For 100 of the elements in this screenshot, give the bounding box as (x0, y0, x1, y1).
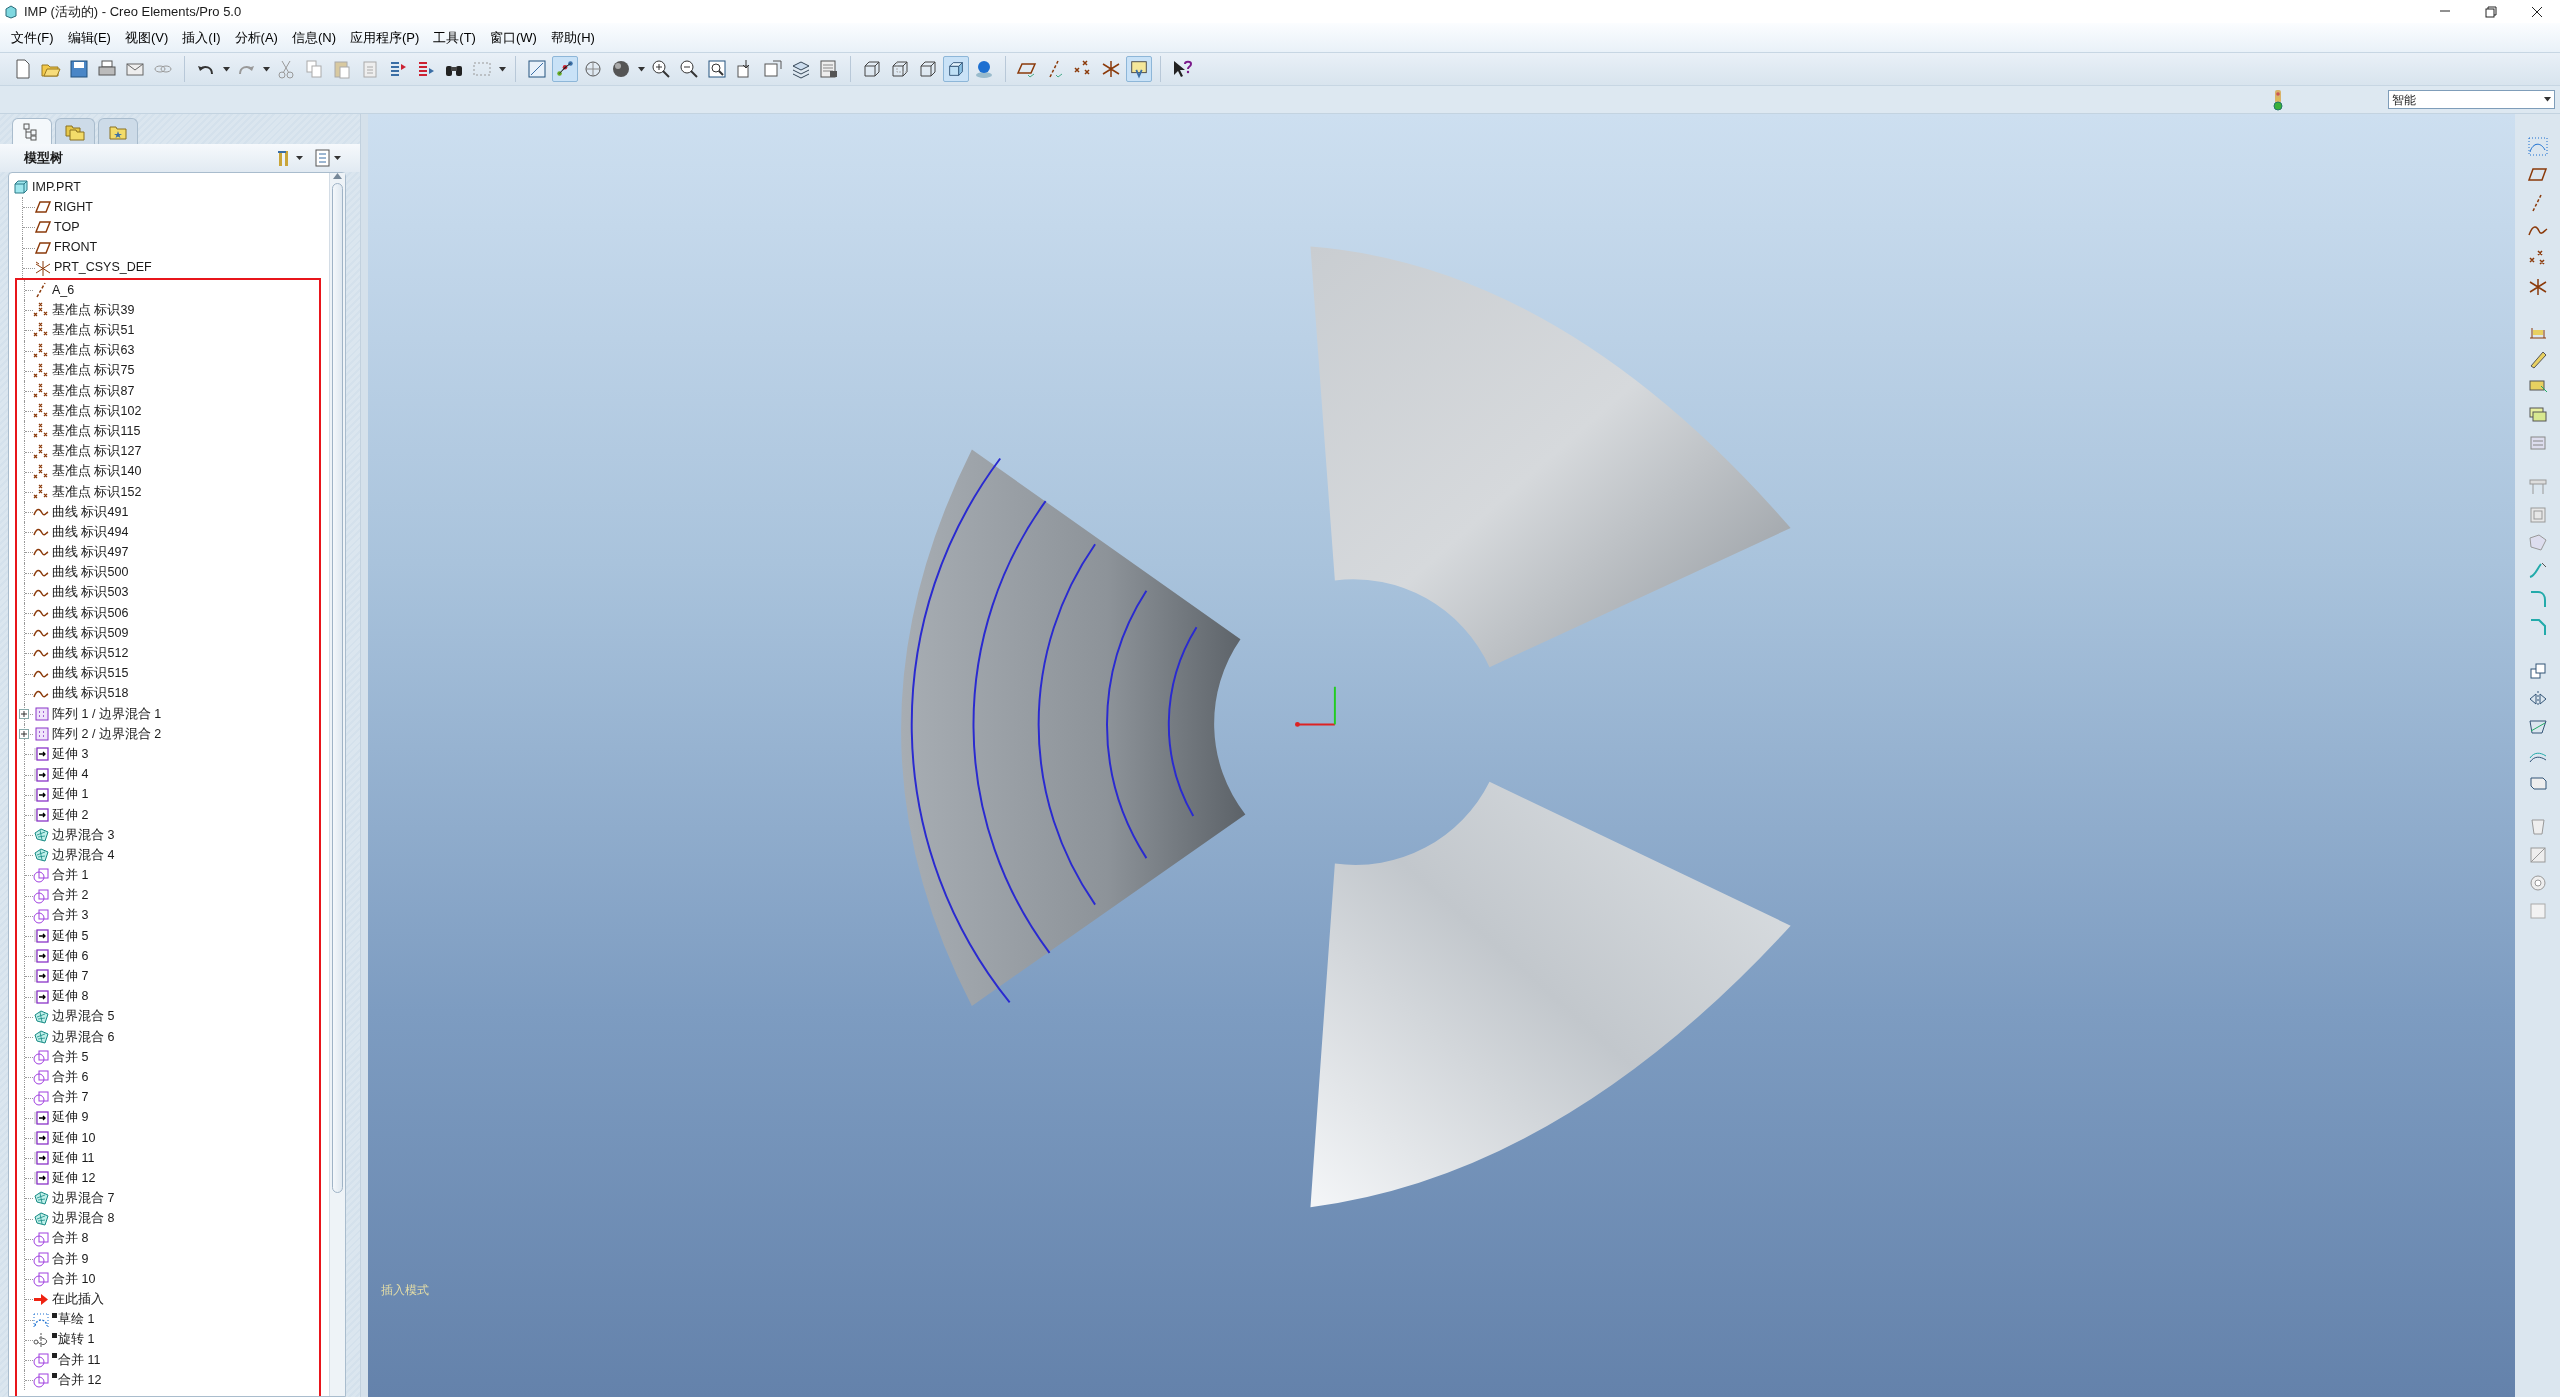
tree-item[interactable]: 延伸 6 (52, 946, 89, 966)
tree-item[interactable]: 合并 12 (58, 1370, 102, 1390)
caret-icon[interactable] (222, 66, 230, 72)
menu-item[interactable]: 编辑(E) (60, 25, 118, 50)
tree-item[interactable]: 合并 1 (52, 866, 89, 885)
tree-item[interactable]: 阵列 1 / 边界混合 1 (52, 704, 162, 724)
tree-item[interactable]: FRONT (54, 238, 98, 258)
tree-item[interactable]: 合并 3 (52, 906, 89, 926)
tree-item[interactable]: 曲线 标识494 (52, 522, 129, 542)
expand-icon[interactable] (19, 708, 29, 719)
tree-item[interactable]: 基准点 标识51 (52, 321, 135, 340)
caret-icon[interactable] (498, 66, 506, 72)
menu-item[interactable]: 工具(T) (426, 25, 483, 50)
tree-item[interactable]: 曲线 标识518 (52, 684, 129, 704)
menu-item[interactable]: 分析(A) (227, 25, 285, 50)
tree-item[interactable]: 基准点 标识140 (52, 462, 142, 482)
menu-item[interactable]: 帮助(H) (543, 25, 602, 50)
orient-icon[interactable] (582, 58, 604, 80)
tree-item[interactable]: 延伸 2 (52, 805, 89, 825)
wireframe-cube-icon[interactable] (861, 58, 883, 80)
tree-item[interactable]: 基准点 标识152 (52, 482, 142, 502)
tree-item[interactable]: 延伸 12 (52, 1168, 96, 1188)
tree-item[interactable]: IMP.PRT (32, 177, 81, 197)
tree-item[interactable]: 合并 10 (52, 1269, 96, 1289)
tree-item[interactable]: 合并 2 (52, 886, 89, 906)
tree-item[interactable]: A_6 (52, 280, 75, 300)
tree-item[interactable]: 边界混合 7 (52, 1189, 115, 1208)
panel-tab[interactable] (98, 118, 138, 144)
tree-item[interactable]: 曲线 标识506 (52, 603, 129, 623)
tree-item[interactable]: 延伸 5 (52, 926, 89, 946)
sketch-icon[interactable] (2526, 136, 2549, 158)
menu-item[interactable]: 信息(N) (284, 25, 343, 50)
selection-filter-dropdown[interactable]: 智能 (2388, 90, 2555, 109)
tree-item[interactable]: 曲线 标识512 (52, 644, 129, 663)
tree-item[interactable]: 基准点 标识127 (52, 442, 142, 461)
tree-item[interactable]: 延伸 4 (52, 765, 89, 784)
tree-item[interactable]: 基准点 标识115 (52, 421, 141, 441)
tree-item[interactable]: 合并 11 (58, 1350, 101, 1370)
tree-item[interactable]: 延伸 8 (52, 987, 89, 1006)
expand-icon[interactable] (19, 729, 29, 740)
hidden-line-cube-icon[interactable] (889, 58, 911, 80)
caret-icon[interactable] (637, 66, 645, 72)
tree-item[interactable]: 在此插入 (52, 1290, 104, 1309)
tree-item[interactable]: 曲线 标识491 (52, 502, 129, 522)
caret-icon[interactable] (262, 66, 270, 72)
tree-settings-icon[interactable] (276, 148, 306, 168)
panel-tab[interactable] (12, 118, 52, 144)
annotation-icon[interactable] (1129, 58, 1149, 80)
tree-item[interactable]: 边界混合 8 (52, 1209, 115, 1229)
tree-item[interactable]: 边界混合 4 (52, 845, 115, 865)
realism-sphere-icon[interactable] (973, 58, 995, 80)
tree-item[interactable]: 曲线 标识515 (52, 664, 129, 683)
save-icon[interactable] (68, 58, 90, 80)
view-manager-icon[interactable] (762, 58, 784, 80)
tree-item[interactable]: 延伸 11 (52, 1148, 95, 1168)
zoom-in-icon[interactable] (650, 58, 672, 80)
tree-item[interactable]: 基准点 标识63 (52, 341, 135, 360)
tree-item[interactable]: 合并 5 (52, 1047, 89, 1067)
tree-item[interactable]: 基准点 标识39 (52, 300, 135, 320)
model-display-icon[interactable] (818, 58, 840, 80)
zoom-out-icon[interactable] (678, 58, 700, 80)
menu-item[interactable]: 视图(V) (117, 25, 176, 50)
sphere-icon[interactable] (610, 58, 632, 80)
no-hidden-cube-icon[interactable] (917, 58, 939, 80)
tree-item[interactable]: 基准点 标识87 (52, 381, 135, 401)
tree-item[interactable]: 延伸 7 (52, 967, 89, 986)
scrollbar-thumb[interactable] (332, 183, 343, 1193)
tree-item[interactable]: 边界混合 6 (52, 1027, 115, 1047)
repaint-icon[interactable] (526, 58, 548, 80)
show-options-icon[interactable] (314, 148, 344, 168)
tree-item[interactable]: 基准点 标识102 (52, 401, 142, 421)
tree-item[interactable]: 延伸 3 (52, 744, 89, 764)
whats-this-icon[interactable] (1171, 58, 1193, 80)
scissors-icon[interactable] (275, 58, 297, 80)
menu-item[interactable]: 文件(F) (4, 25, 61, 50)
tree-item[interactable]: 草绘 1 (58, 1310, 95, 1329)
coordinate-system-icon[interactable] (1100, 58, 1122, 80)
tree-item[interactable]: 旋转 1 (58, 1330, 95, 1350)
tree-item[interactable]: PRT_CSYS_DEF (54, 258, 152, 278)
tree-item[interactable]: 合并 7 (52, 1088, 89, 1107)
menu-item[interactable]: 应用程序(P) (342, 25, 427, 50)
restore-icon[interactable] (2483, 3, 2499, 20)
tree-item[interactable]: 阵列 2 / 边界混合 2 (52, 724, 162, 744)
menu-item[interactable]: 插入(I) (175, 25, 228, 50)
menu-item[interactable]: 窗口(W) (482, 25, 544, 50)
tree-item[interactable]: 延伸 1 (52, 785, 89, 805)
tree-item[interactable]: 合并 8 (52, 1229, 89, 1249)
zoom-fit-icon[interactable] (706, 58, 728, 80)
tree-item[interactable]: 合并 9 (52, 1249, 89, 1269)
tree-item[interactable]: 曲线 标识509 (52, 623, 129, 643)
tree-item[interactable]: 合并 6 (52, 1067, 89, 1087)
tree-item[interactable]: 基准点 标识75 (52, 361, 135, 381)
tree-item[interactable]: TOP (54, 218, 80, 237)
caret-icon[interactable] (2544, 97, 2551, 102)
tree-item[interactable]: RIGHT (54, 197, 93, 217)
tree-item[interactable]: 曲线 标识500 (52, 563, 129, 583)
tree-item[interactable]: 延伸 9 (52, 1108, 89, 1128)
tree-item[interactable]: 边界混合 3 (52, 825, 115, 845)
tree-item[interactable]: 边界混合 5 (52, 1007, 115, 1027)
tree-item[interactable]: 曲线 标识497 (52, 543, 129, 562)
